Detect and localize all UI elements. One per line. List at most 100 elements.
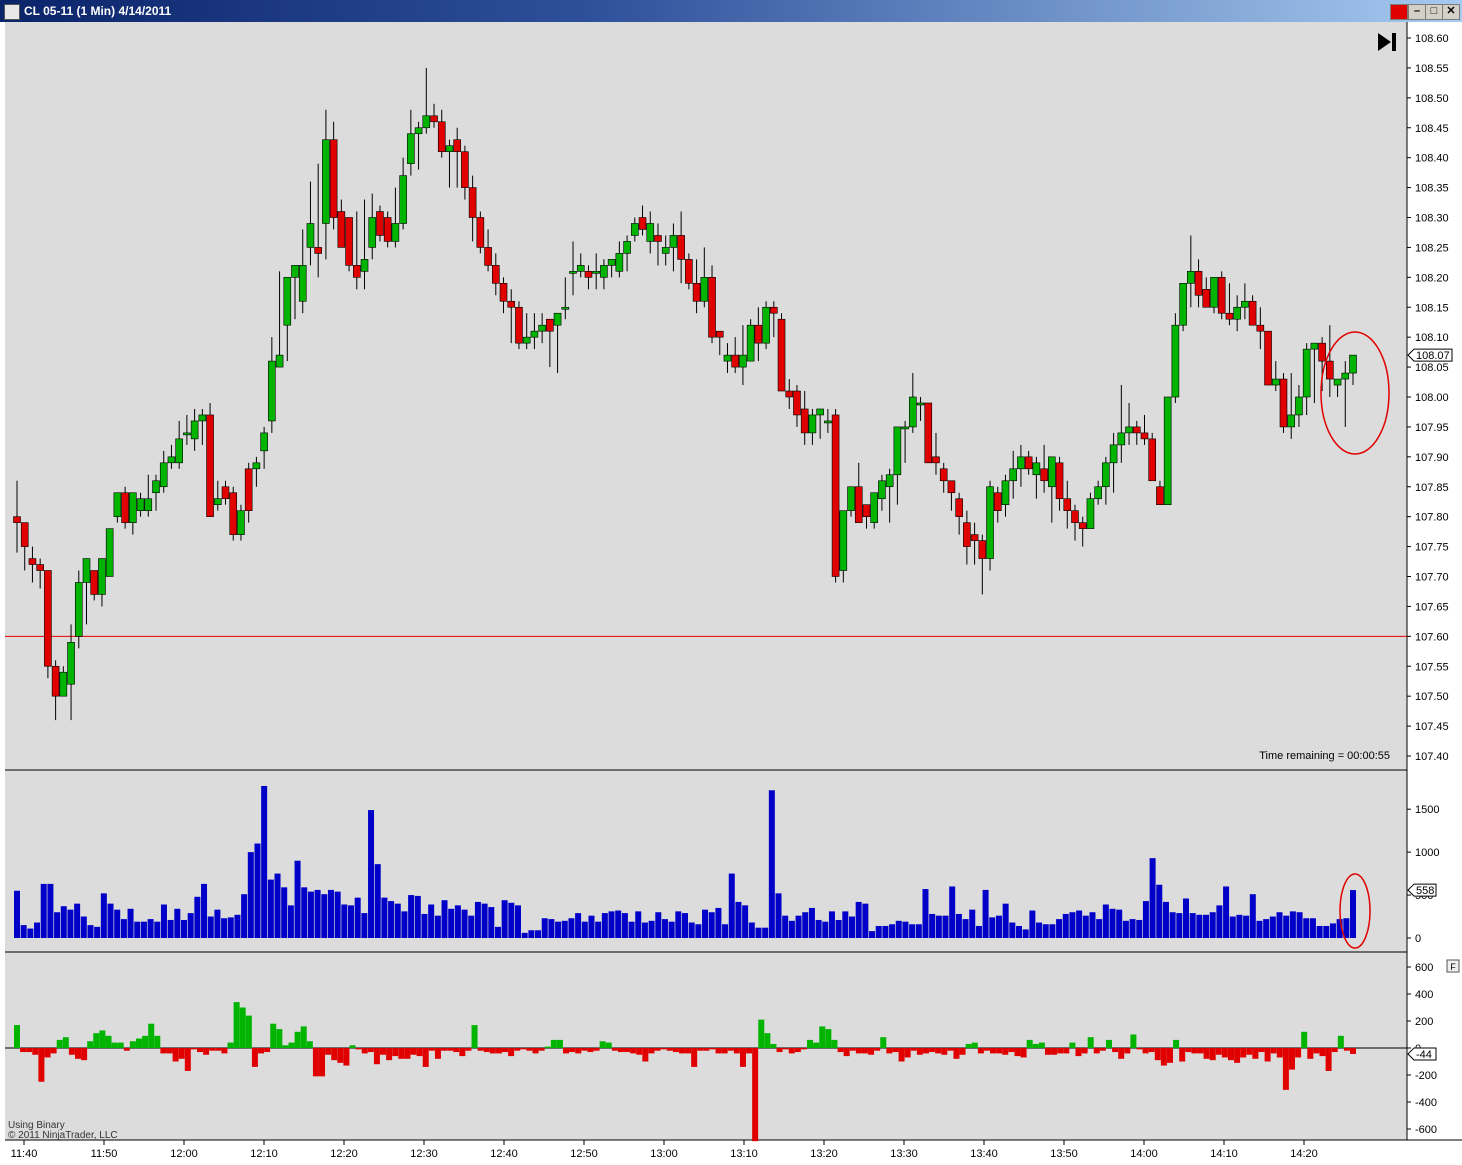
- candle-down: [329, 139, 338, 218]
- candle-down: [970, 534, 979, 541]
- volume-bar: [488, 907, 495, 938]
- delta-bar-negative: [959, 1048, 966, 1055]
- delta-bar-negative: [697, 1048, 704, 1051]
- delta-bar-negative: [526, 1048, 533, 1051]
- delta-bar-negative: [569, 1048, 576, 1053]
- delta-bar-negative: [68, 1048, 75, 1055]
- time-tick-label: 13:10: [730, 1148, 758, 1160]
- candle-up: [700, 277, 709, 302]
- volume-bar: [1243, 915, 1250, 938]
- delta-bar-negative: [1185, 1048, 1192, 1053]
- delta-bar-positive: [148, 1023, 155, 1048]
- maximize-button[interactable]: □: [1425, 4, 1443, 20]
- volume-bar: [1296, 912, 1303, 938]
- volume-bar: [267, 879, 274, 938]
- volume-bar: [915, 924, 922, 938]
- time-tick-label: 12:20: [330, 1148, 358, 1160]
- delta-bar-negative: [947, 1048, 954, 1051]
- delta-bar-negative: [898, 1048, 905, 1062]
- delta-bar-negative: [703, 1048, 710, 1051]
- volume-bar: [661, 919, 668, 938]
- delta-bar-negative: [1057, 1048, 1064, 1054]
- delta-bar-negative: [44, 1048, 51, 1058]
- delta-bar-negative: [983, 1048, 990, 1051]
- price-tick-label: 107.85: [1415, 482, 1449, 494]
- volume-bar: [1089, 912, 1096, 938]
- candle-up: [159, 462, 168, 488]
- candle-up: [1210, 277, 1218, 308]
- delta-bar-negative: [892, 1048, 899, 1053]
- candle-up: [283, 277, 292, 326]
- candle-down: [314, 247, 322, 254]
- delta-bar-positive: [136, 1038, 143, 1048]
- delta-bar-negative: [1099, 1048, 1106, 1051]
- candle-up: [909, 396, 917, 428]
- volume-bar: [327, 889, 334, 938]
- volume-bar: [314, 889, 321, 938]
- volume-bar: [107, 903, 114, 938]
- close-button[interactable]: ✕: [1442, 4, 1460, 20]
- candle-up: [144, 498, 153, 511]
- candle-down: [1132, 426, 1141, 434]
- delta-bar-positive: [306, 1041, 313, 1048]
- delta-bar-negative: [611, 1048, 618, 1051]
- candle-down: [932, 456, 940, 464]
- candle-up: [399, 175, 407, 224]
- candle-down: [993, 492, 1002, 511]
- title-bar[interactable]: CL 05-11 (1 Min) 4/14/2011 – □ ✕: [0, 0, 1462, 22]
- volume-bar: [147, 919, 154, 938]
- candle-up: [1102, 462, 1110, 488]
- delta-bar-negative: [1112, 1048, 1119, 1053]
- candle-up: [553, 312, 562, 326]
- volume-bar: [555, 921, 562, 938]
- delta-bar-positive: [1130, 1034, 1137, 1048]
- delta-bar-negative: [38, 1048, 45, 1082]
- delta-bar-positive: [117, 1042, 124, 1048]
- delta-panel-button-label: F: [1450, 962, 1456, 972]
- volume-bar: [1069, 912, 1076, 938]
- alert-button[interactable]: [1390, 4, 1408, 20]
- volume-bar: [528, 930, 535, 938]
- delta-bar-negative: [1343, 1048, 1350, 1051]
- volume-bar: [181, 919, 187, 938]
- candle-down: [206, 414, 214, 517]
- volume-bar: [515, 905, 521, 938]
- chart-canvas[interactable]: 108.60 108.55 108.50 108.45 108.40 108.35 108.…: [0, 22, 1462, 1165]
- candle-down: [1078, 522, 1087, 529]
- candle-down: [862, 504, 871, 517]
- volume-bar: [441, 900, 448, 938]
- time-tick-label: 13:40: [970, 1148, 998, 1160]
- volume-bar: [802, 912, 809, 938]
- candle-up: [847, 486, 855, 511]
- time-tick-label: 13:30: [890, 1148, 918, 1160]
- delta-tick-label: -200: [1415, 1070, 1437, 1082]
- delta-bar-negative: [331, 1048, 338, 1061]
- candle-down: [430, 115, 438, 123]
- delta-bar-negative: [1020, 1048, 1027, 1058]
- candle-down: [461, 151, 469, 188]
- price-tick-label: 107.65: [1415, 601, 1449, 613]
- candle-up: [268, 360, 276, 422]
- delta-bar-negative: [355, 1048, 362, 1050]
- delta-bar-negative: [81, 1048, 88, 1061]
- volume-bar: [835, 919, 842, 938]
- delta-bar-positive: [819, 1026, 826, 1048]
- volume-bar: [1076, 910, 1083, 938]
- volume-bar: [127, 908, 134, 938]
- delta-bar-negative: [660, 1048, 667, 1050]
- volume-bar: [1149, 858, 1156, 938]
- delta-bar-negative: [977, 1048, 984, 1054]
- volume-bar: [174, 908, 181, 938]
- volume-bar: [969, 909, 976, 938]
- volume-bar: [381, 897, 388, 938]
- last-delta-marker-label: -44: [1416, 1049, 1432, 1061]
- delta-bar-positive: [1173, 1039, 1180, 1048]
- delta-bar-positive: [599, 1041, 606, 1048]
- volume-bar: [615, 910, 622, 938]
- delta-bar-negative: [630, 1048, 637, 1054]
- minimize-button[interactable]: –: [1408, 4, 1426, 20]
- volume-bar: [87, 925, 94, 938]
- volume-bar: [494, 926, 501, 938]
- candle-down: [90, 570, 99, 595]
- candle-down: [947, 480, 956, 494]
